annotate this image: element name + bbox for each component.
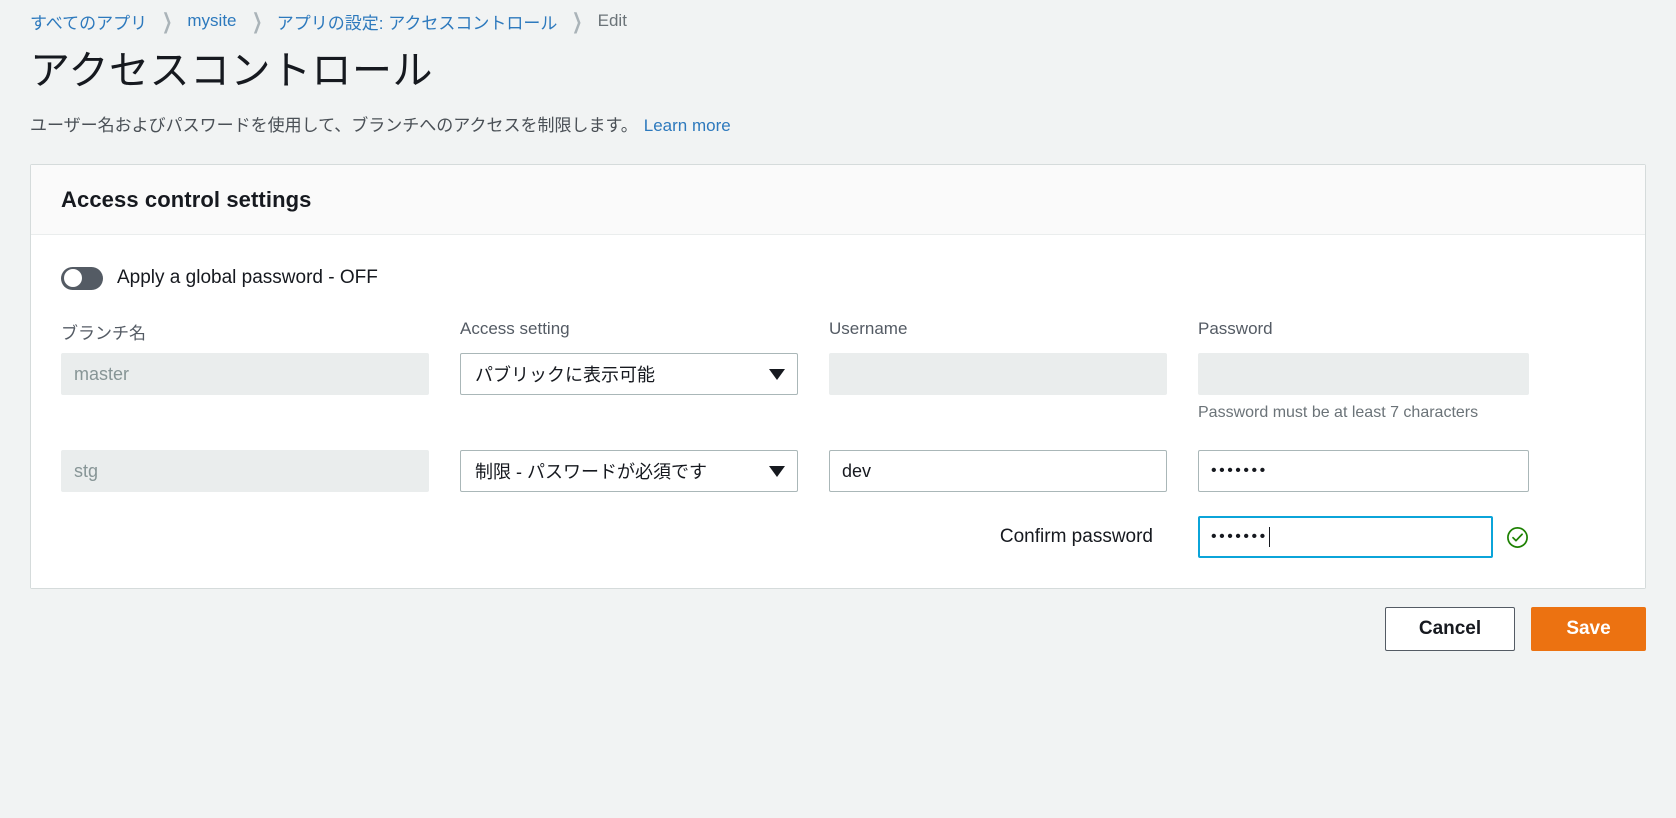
page-title: アクセスコントロール xyxy=(30,49,433,93)
confirm-password-label: Confirm password xyxy=(999,526,1153,547)
table-row: stg 制限 - パスワードが必須です dev ••••••• xyxy=(61,450,1615,492)
column-header-password: Password xyxy=(1198,319,1273,338)
cancel-button[interactable]: Cancel xyxy=(1385,607,1515,651)
form-actions: Cancel Save xyxy=(30,607,1646,651)
access-control-settings-card: Access control settings Apply a global p… xyxy=(30,164,1646,589)
table-row: master パブリックに表示可能 Password must be at le… xyxy=(61,353,1615,422)
save-button[interactable]: Save xyxy=(1531,607,1646,651)
global-password-toggle[interactable] xyxy=(61,266,103,290)
access-setting-value-stg: 制限 - パスワードが必須です xyxy=(475,462,707,482)
check-circle-icon xyxy=(1506,526,1529,549)
column-header-username: Username xyxy=(829,319,908,338)
access-control-page: すべてのアプリ ❯ mysite ❯ アプリの設定: アクセスコントロール ❯ … xyxy=(0,0,1676,818)
page-description-text: ユーザー名およびパスワードを使用して、ブランチへのアクセスを制限します。 xyxy=(30,116,638,135)
chevron-down-icon xyxy=(769,368,785,380)
chevron-right-icon: ❯ xyxy=(251,9,262,33)
access-setting-select-master[interactable]: パブリックに表示可能 xyxy=(460,353,798,395)
global-password-toggle-row: Apply a global password - OFF xyxy=(61,261,1615,295)
chevron-down-icon xyxy=(769,465,785,477)
learn-more-link[interactable]: Learn more xyxy=(644,116,731,136)
username-input-stg[interactable]: dev xyxy=(829,450,1167,492)
password-input-stg[interactable]: ••••••• xyxy=(1198,450,1529,492)
breadcrumb-item-edit: Edit xyxy=(597,11,627,30)
confirm-password-value: ••••••• xyxy=(1211,528,1268,545)
confirm-password-input[interactable]: ••••••• xyxy=(1198,516,1493,558)
card-header: Access control settings xyxy=(31,165,1645,235)
branch-access-grid: ブランチ名 Access setting Username Password m… xyxy=(61,319,1615,558)
card-body: Apply a global password - OFF ブランチ名 Acce… xyxy=(31,235,1645,588)
toggle-knob xyxy=(64,269,82,287)
access-setting-select-stg[interactable]: 制限 - パスワードが必須です xyxy=(460,450,798,492)
global-password-toggle-label: Apply a global password - OFF xyxy=(117,267,378,288)
password-value-stg: ••••••• xyxy=(1211,462,1268,479)
card-title: Access control settings xyxy=(61,187,312,212)
breadcrumb-item-mysite[interactable]: mysite xyxy=(187,11,236,31)
text-cursor xyxy=(1268,527,1270,547)
column-header-branch: ブランチ名 xyxy=(61,324,146,343)
grid-header-row: ブランチ名 Access setting Username Password xyxy=(61,319,1615,353)
confirm-password-row: Confirm password ••••••• xyxy=(61,516,1615,558)
access-setting-value-master: パブリックに表示可能 xyxy=(475,365,655,385)
breadcrumb-item-app-settings[interactable]: アプリの設定: アクセスコントロール xyxy=(277,9,558,34)
breadcrumb-item-all-apps[interactable]: すべてのアプリ xyxy=(30,9,147,34)
column-header-access-setting: Access setting xyxy=(460,319,570,338)
page-description: ユーザー名およびパスワードを使用して、ブランチへのアクセスを制限します。 Lea… xyxy=(30,111,1646,136)
password-input-master xyxy=(1198,353,1529,395)
breadcrumb: すべてのアプリ ❯ mysite ❯ アプリの設定: アクセスコントロール ❯ … xyxy=(30,0,1646,34)
branch-name-input-master: master xyxy=(61,353,429,395)
username-input-master xyxy=(829,353,1167,395)
chevron-right-icon: ❯ xyxy=(162,9,173,33)
branch-name-input-stg: stg xyxy=(61,450,429,492)
chevron-right-icon: ❯ xyxy=(572,9,583,33)
password-hint-master: Password must be at least 7 characters xyxy=(1198,404,1479,421)
